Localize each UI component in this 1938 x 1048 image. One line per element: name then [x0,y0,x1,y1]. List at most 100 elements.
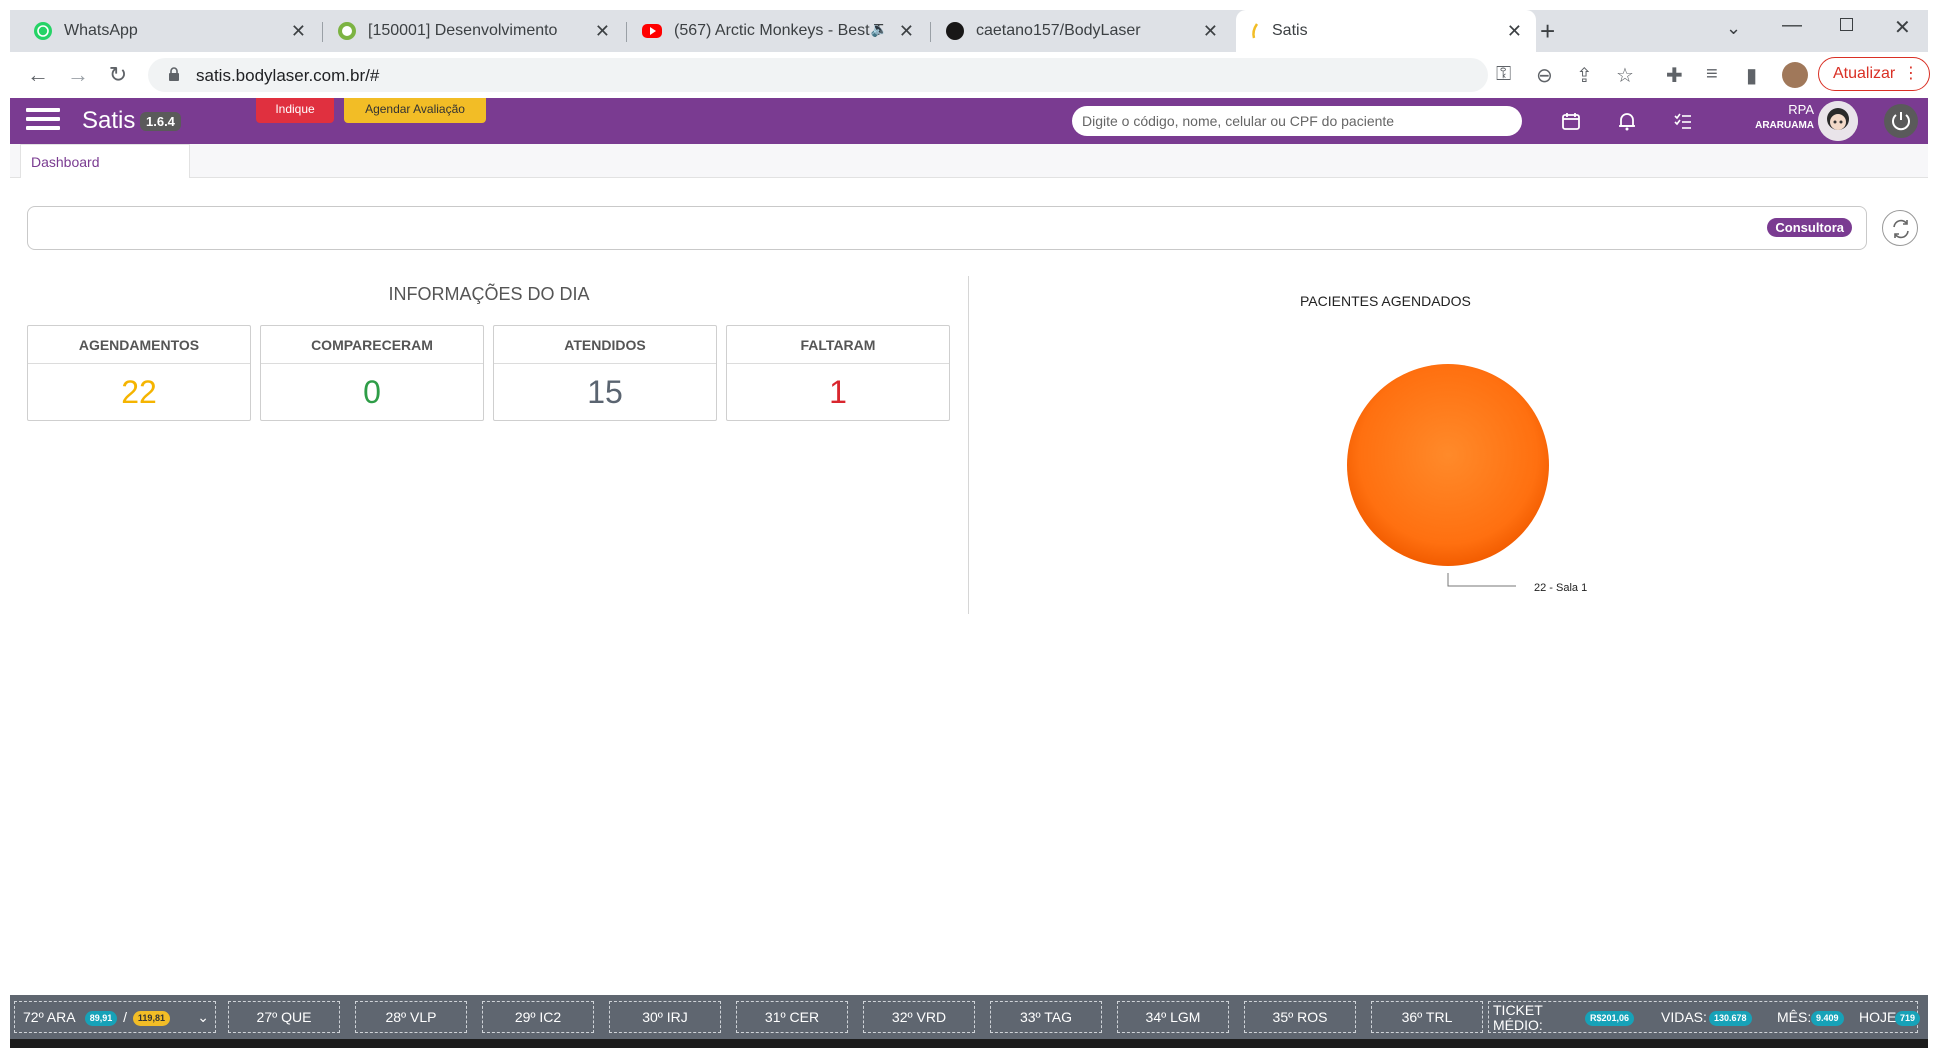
stat-label: COMPARECERAM [261,326,483,364]
indique-button[interactable]: Indique [256,98,334,123]
update-button[interactable]: Atualizar ⋮ [1818,57,1930,91]
browser-toolbar: ← → ↻ satis.bodylaser.com.br/# ⚿ ⊖ ⇪ ☆ ✚… [10,52,1930,98]
power-icon[interactable] [1884,104,1918,138]
tab-title: (567) Arctic Monkeys - Best T [674,22,884,39]
stat-card-agendamentos: AGENDAMENTOS 22 [27,325,251,421]
close-icon[interactable]: ✕ [899,21,914,42]
reload-icon[interactable]: ↻ [104,61,132,89]
mes-label: MÊS: [1777,1009,1812,1025]
patient-search-input[interactable] [1072,106,1522,136]
close-icon[interactable]: ✕ [291,21,306,42]
hoje-value: 719 [1895,1011,1921,1026]
user-name: RPA [1788,102,1814,117]
version-badge: 1.6.4 [140,112,181,131]
key-icon[interactable]: ⚿ [1496,63,1511,86]
chart-title: PACIENTES AGENDADOS [1300,293,1471,309]
url-text: satis.bodylaser.com.br/# [196,66,380,85]
close-icon[interactable]: ✕ [1507,21,1522,42]
tab-dashboard[interactable]: Dashboard [20,144,190,178]
stat-card-faltaram: FALTARAM 1 [726,325,950,421]
stat-label: AGENDAMENTOS [28,326,250,364]
browser-tab-whatsapp[interactable]: WhatsApp ✕ [20,10,320,52]
youtube-icon [642,24,662,38]
stat-value: 15 [587,374,623,410]
calendar-icon[interactable] [1560,110,1582,132]
rank-item[interactable]: 29º IC2 [482,1001,594,1033]
update-label: Atualizar [1833,65,1896,82]
tab-title: Satis [1272,22,1308,39]
bell-icon[interactable] [1616,110,1638,132]
satis-icon [1250,22,1260,40]
rank-current-v2: 119,81 [132,1010,170,1026]
rank-item[interactable]: 31º CER [736,1001,848,1033]
speaker-icon[interactable]: 🔈 [871,21,888,38]
restore-icon[interactable] [1840,18,1853,31]
vidas-label: VIDAS: [1661,1009,1707,1025]
back-icon[interactable]: ← [24,61,52,89]
refresh-icon[interactable] [1882,210,1918,246]
minimize-icon[interactable]: — [1782,14,1802,37]
more-icon: ⋮ [1903,65,1919,82]
consultora-filter[interactable]: Consultora [27,206,1867,250]
consultora-badge[interactable]: Consultora [1767,218,1852,237]
brand-name: Satis [82,107,136,134]
browser-tab-strip: WhatsApp ✕ [150001] Desenvolvimento ✕ (5… [10,10,1928,52]
rank-item[interactable]: 27º QUE [228,1001,340,1033]
tab-search-icon[interactable]: ⌄ [1726,18,1741,39]
stats-strip: TICKET MÉDIO: R$201,06 VIDAS: 130.678 MÊ… [1488,1001,1921,1033]
user-unit: ARARUAMA [1755,120,1814,131]
tab-title: caetano157/BodyLaser [976,22,1141,39]
tasks-icon[interactable] [1672,110,1694,132]
browser-tab-github[interactable]: caetano157/BodyLaser ✕ [932,10,1232,52]
rank-item[interactable]: 36º TRL [1371,1001,1483,1033]
rank-item[interactable]: 32º VRD [863,1001,975,1033]
rank-separator: / [123,1009,128,1025]
media-icon[interactable]: ≡ [1706,63,1718,86]
page-tab-strip: Dashboard [10,144,1928,178]
info-section-title: INFORMAÇÕES DO DIA [388,284,590,304]
browser-tab-satis[interactable]: Satis ✕ [1236,10,1536,52]
rank-item[interactable]: 30º IRJ [609,1001,721,1033]
rank-item[interactable]: 34º LGM [1117,1001,1229,1033]
github-icon [946,22,964,40]
close-icon[interactable]: ✕ [1203,21,1218,42]
zoom-icon[interactable]: ⊖ [1536,63,1553,88]
ranking-bar: 72º ARA 89,91 / 119,81 ⌄ 27º QUE 28º VLP 2… [10,995,1928,1039]
agendar-avaliacao-button[interactable]: Agendar Avaliação [344,98,486,123]
tab-title: [150001] Desenvolvimento [368,22,558,39]
menu-icon[interactable] [26,108,60,134]
stat-card-compareceram: COMPARECERAM 0 [260,325,484,421]
chevron-down-icon[interactable]: ⌄ [197,1002,209,1032]
browser-tab-desenvolvimento[interactable]: [150001] Desenvolvimento ✕ [324,10,624,52]
close-icon[interactable]: ✕ [595,21,610,42]
window-close-icon[interactable]: ✕ [1894,15,1911,40]
lock-icon [169,67,179,81]
rank-item[interactable]: 35º ROS [1244,1001,1356,1033]
user-avatar[interactable] [1818,101,1858,141]
address-bar[interactable]: satis.bodylaser.com.br/# [148,58,1488,92]
ticket-label: TICKET MÉDIO: [1493,1002,1543,1033]
rank-current[interactable]: 72º ARA 89,91 / 119,81 ⌄ [14,1001,216,1033]
column-divider [968,276,969,614]
share-icon[interactable]: ⇪ [1576,63,1593,88]
whatsapp-icon [34,22,52,40]
rank-item[interactable]: 28º VLP [355,1001,467,1033]
stat-card-atendidos: ATENDIDOS 15 [493,325,717,421]
stat-label: FALTARAM [727,326,949,364]
star-icon[interactable]: ☆ [1616,63,1634,88]
os-taskbar [10,1039,1928,1048]
app-header: Satis 1.6.4 Indique Agendar Avaliação RP… [10,98,1928,144]
new-tab-button[interactable]: + [1540,16,1555,47]
extensions-icon[interactable]: ✚ [1666,63,1683,88]
profile-avatar[interactable] [1782,62,1808,88]
forward-icon[interactable]: → [64,61,92,89]
vidas-value: 130.678 [1709,1011,1752,1026]
browser-tab-youtube[interactable]: (567) Arctic Monkeys - Best T 🔈 ✕ [628,10,928,52]
rank-item[interactable]: 33º TAG [990,1001,1102,1033]
rank-current-v1: 89,91 [84,1010,118,1026]
rank-current-label: 72º ARA [23,1009,75,1025]
tab-title: WhatsApp [64,22,138,39]
stat-value: 22 [121,374,157,410]
pie-slice[interactable] [1347,364,1549,566]
side-panel-icon[interactable]: ▮ [1746,63,1757,88]
